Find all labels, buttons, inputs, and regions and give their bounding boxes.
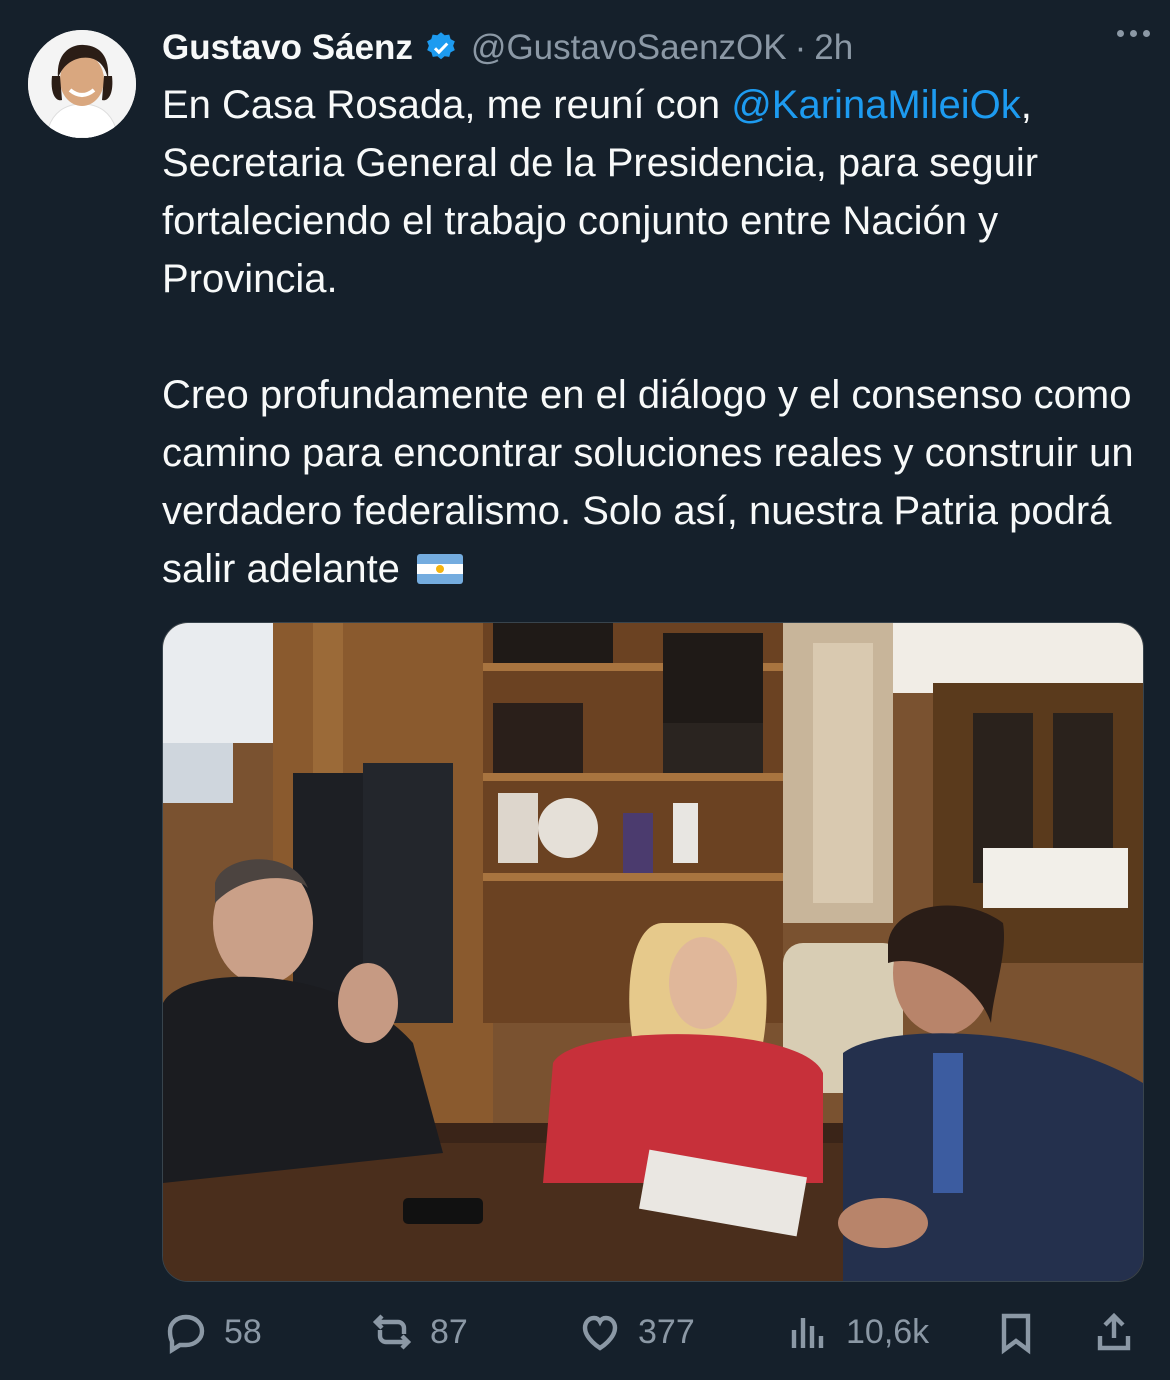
tweet-header: Gustavo Sáenz @GustavoSaenzOK · 2h	[162, 24, 1150, 72]
tweet-photo[interactable]	[162, 622, 1144, 1282]
views-button[interactable]: 10,6k	[784, 1306, 929, 1358]
like-button[interactable]: 377	[576, 1306, 695, 1358]
mention-link[interactable]: @KarinaMileiOk	[731, 83, 1021, 127]
bookmark-button[interactable]	[992, 1306, 1040, 1358]
repost-icon	[372, 1314, 412, 1350]
verified-badge-icon	[426, 32, 455, 60]
tweet-time[interactable]: 2h	[814, 28, 853, 68]
reply-button[interactable]: 58	[162, 1306, 262, 1358]
argentina-flag-icon	[417, 554, 464, 584]
views-icon	[791, 1318, 824, 1348]
like-count: 377	[638, 1312, 695, 1351]
text-segment: En Casa Rosada, me reuní con	[162, 83, 732, 127]
tweet-text: En Casa Rosada, me reuní con @KarinaMile…	[162, 76, 1152, 598]
like-icon	[582, 1315, 618, 1351]
repost-button[interactable]: 87	[368, 1306, 468, 1358]
bookmark-icon	[1001, 1313, 1031, 1355]
author-avatar[interactable]	[28, 30, 136, 138]
author-name[interactable]: Gustavo Sáenz	[162, 28, 413, 68]
views-count: 10,6k	[846, 1312, 930, 1351]
separator-dot: ·	[794, 28, 807, 67]
share-button[interactable]	[1090, 1306, 1138, 1358]
more-icon[interactable]	[1117, 30, 1150, 37]
tweet-paragraph-1: En Casa Rosada, me reuní con @KarinaMile…	[162, 76, 1152, 308]
reply-icon	[167, 1314, 205, 1354]
reply-count: 58	[224, 1312, 262, 1351]
author-handle[interactable]: @GustavoSaenzOK	[471, 28, 787, 68]
text-segment: Creo profundamente en el diálogo y el co…	[162, 373, 1134, 591]
tweet-actions: 58 87 377 10,6k	[162, 1306, 1142, 1358]
share-icon	[1097, 1312, 1131, 1351]
tweet-paragraph-2: Creo profundamente en el diálogo y el co…	[162, 366, 1152, 598]
repost-count: 87	[430, 1312, 468, 1351]
